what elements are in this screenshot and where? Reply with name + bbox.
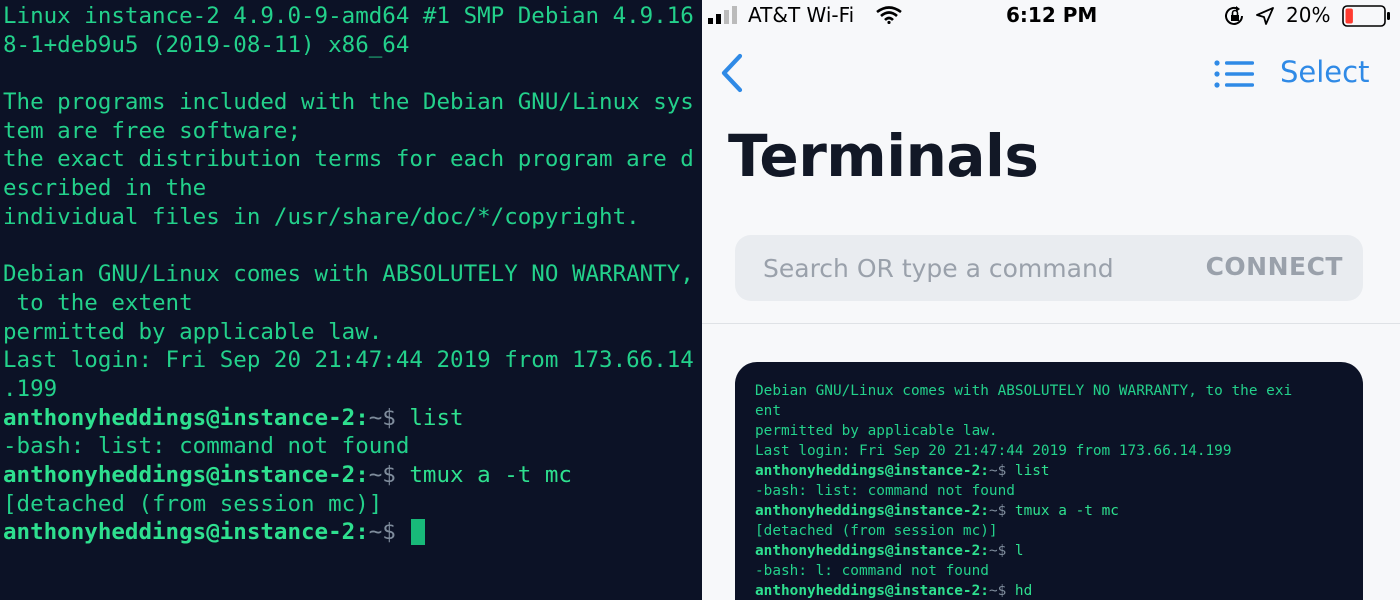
- output-line: Debian GNU/Linux comes with ABSOLUTELY N…: [3, 261, 694, 288]
- prompt-line: anthonyheddings@instance-2:~$ hd: [755, 581, 1345, 600]
- output-line: -bash: l: command not found: [755, 563, 989, 580]
- prompt-user: anthonyheddings@instance-2:: [755, 543, 989, 560]
- output-line: escribed in the: [3, 175, 207, 202]
- prompt-line: anthonyheddings@instance-2:~$ l: [755, 541, 1345, 561]
- command-text: tmux a -t mc: [1006, 503, 1119, 520]
- status-bar: AT&T Wi-Fi 6:12 PM 20%: [702, 0, 1400, 30]
- prompt-path: ~$: [988, 463, 1007, 480]
- back-button[interactable]: [712, 50, 752, 96]
- prompt-user: anthonyheddings@instance-2:: [3, 519, 369, 546]
- prompt-user: anthonyheddings@instance-2:: [3, 404, 369, 431]
- phone-screen: AT&T Wi-Fi 6:12 PM 20% Select Terminals …: [702, 0, 1400, 600]
- prompt-path: ~$: [988, 503, 1007, 520]
- command-text: list: [395, 404, 464, 431]
- output-line: Linux instance-2 4.9.0-9-amd64 #1 SMP De…: [3, 3, 694, 29]
- clock-time: 6:12 PM: [1006, 3, 1098, 27]
- output-line: -bash: list: command not found: [3, 433, 410, 460]
- output-line: [detached (from session mc)]: [3, 490, 383, 517]
- output-line: Last login: Fri Sep 20 21:47:44 2019 fro…: [3, 347, 694, 374]
- signal-bars-icon: [708, 6, 737, 24]
- prompt-line: anthonyheddings@instance-2:~$: [3, 518, 698, 547]
- terminal-output: Linux instance-2 4.9.0-9-amd64 #1 SMP De…: [3, 2, 698, 547]
- prompt-path: ~$: [368, 462, 396, 488]
- output-line: Debian GNU/Linux comes with ABSOLUTELY N…: [755, 383, 1293, 399]
- prompt-path: ~$: [368, 404, 396, 431]
- command-text: l: [1006, 543, 1024, 560]
- output-line: to the extent: [3, 289, 193, 316]
- output-line: permitted by applicable law.: [755, 423, 998, 440]
- prompt-line: anthonyheddings@instance-2:~$ list: [3, 404, 698, 433]
- battery-low-icon: [1342, 5, 1390, 27]
- command-text: tmux a -t mc: [395, 462, 572, 488]
- output-line: The programs included with the Debian GN…: [3, 89, 694, 116]
- prompt-path: ~$: [988, 583, 1007, 600]
- prompt-user: anthonyheddings@instance-2:: [3, 462, 369, 488]
- terminal-preview-output: Debian GNU/Linux comes with ABSOLUTELY N…: [755, 381, 1345, 600]
- prompt-path: ~$: [988, 543, 1007, 560]
- output-line: -bash: list: command not found: [755, 483, 1015, 500]
- command-text: [396, 519, 410, 545]
- output-line: tem are free software;: [3, 117, 302, 144]
- prompt-user: anthonyheddings@instance-2:: [755, 583, 989, 600]
- wifi-icon: [876, 6, 902, 24]
- prompt-user: anthonyheddings@instance-2:: [755, 503, 989, 520]
- prompt-line: anthonyheddings@instance-2:~$ list: [755, 461, 1345, 481]
- output-line: permitted by applicable law.: [3, 318, 383, 345]
- carrier-label: AT&T Wi-Fi: [748, 3, 855, 27]
- battery-percent: 20%: [1286, 3, 1331, 27]
- search-input[interactable]: [763, 235, 1163, 301]
- output-line: [detached (from session mc)]: [755, 523, 998, 540]
- rotation-lock-icon: [1225, 6, 1243, 25]
- prompt-line: anthonyheddings@instance-2:~$ tmux a -t …: [3, 461, 698, 490]
- page-title: Terminals: [728, 122, 1039, 190]
- terminal-preview-card[interactable]: Debian GNU/Linux comes with ABSOLUTELY N…: [735, 362, 1363, 600]
- divider: [702, 323, 1400, 324]
- output-line: individual files in /usr/share/doc/*/cop…: [3, 203, 640, 230]
- command-text: list: [1006, 463, 1050, 480]
- select-button[interactable]: Select: [1280, 55, 1369, 89]
- output-line: ent: [755, 403, 781, 420]
- output-line: 8-1+deb9u5 (2019-08-11) x86_64: [3, 31, 410, 58]
- terminal-window[interactable]: Linux instance-2 4.9.0-9-amd64 #1 SMP De…: [0, 0, 702, 600]
- command-text: hd: [1006, 583, 1033, 600]
- output-line: Last login: Fri Sep 20 21:47:44 2019 fro…: [755, 443, 1232, 460]
- list-icon[interactable]: [1214, 60, 1256, 88]
- prompt-user: anthonyheddings@instance-2:: [755, 463, 989, 480]
- terminal-cursor: [411, 519, 426, 546]
- output-line: .199: [3, 375, 58, 402]
- output-line: the exact distribution terms for each pr…: [3, 146, 694, 173]
- connect-button[interactable]: CONNECT: [1206, 252, 1343, 281]
- prompt-path: ~$: [368, 519, 396, 546]
- location-arrow-icon: [1256, 7, 1274, 25]
- prompt-line: anthonyheddings@instance-2:~$ tmux a -t …: [755, 501, 1345, 521]
- search-bar: CONNECT: [735, 235, 1363, 301]
